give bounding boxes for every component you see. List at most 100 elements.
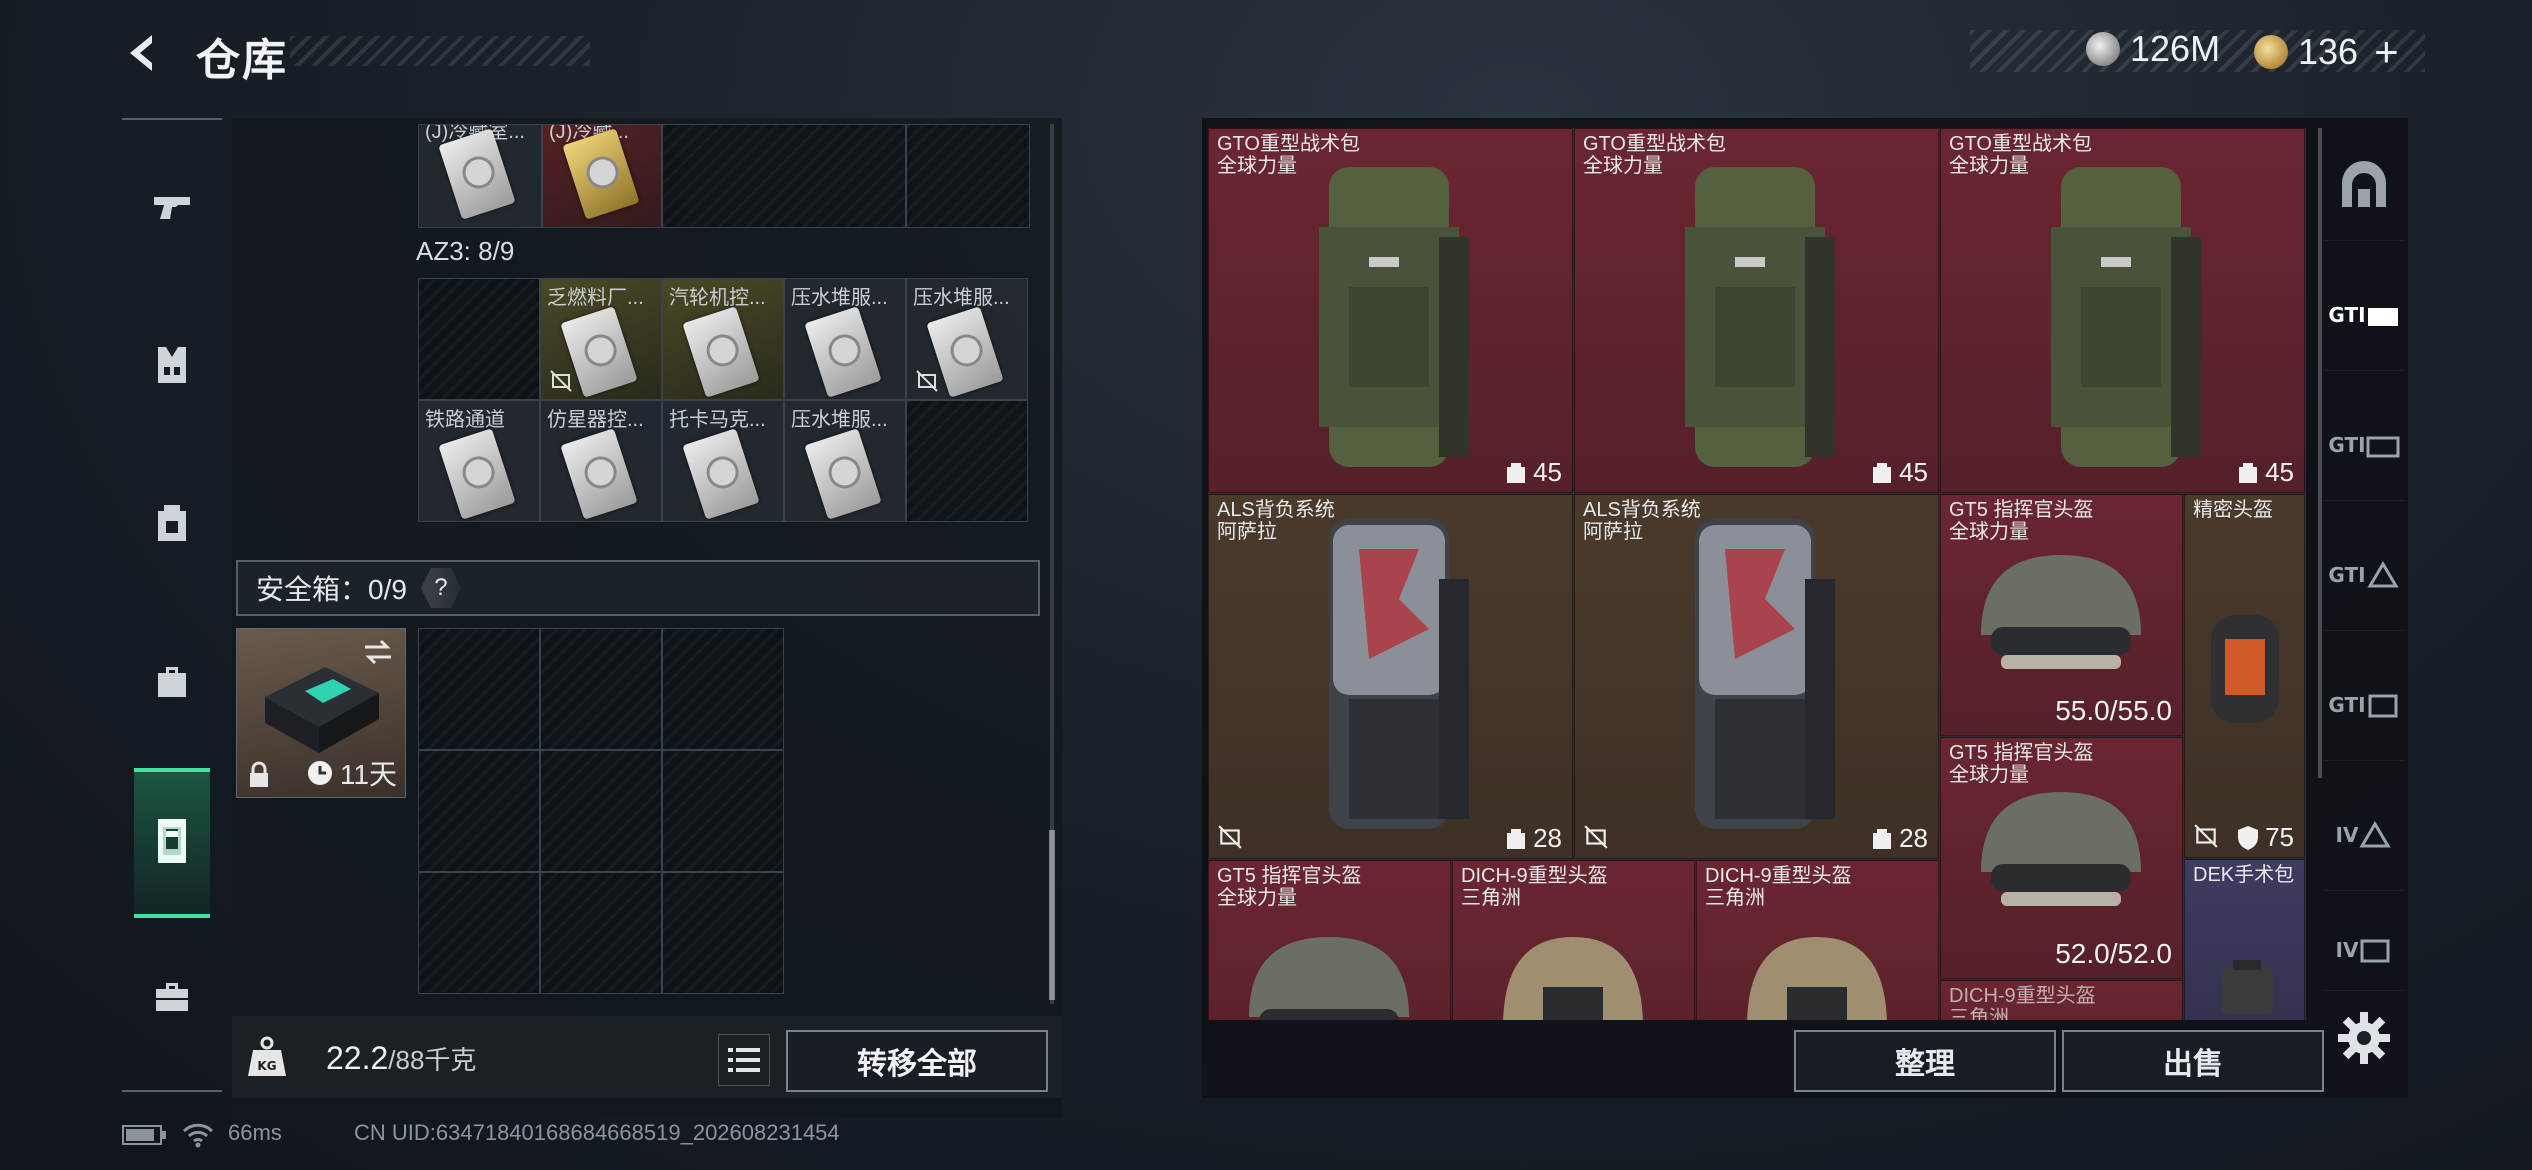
rail-item-case[interactable] (122, 922, 222, 1072)
stash-page-label: IV (2335, 938, 2359, 962)
empty-slot[interactable] (540, 750, 662, 872)
item-slot[interactable]: (J)冷藏... (542, 124, 662, 228)
empty-slot[interactable] (906, 400, 1028, 522)
item-name: 乏燃料厂... (547, 287, 644, 309)
stash-item-helmet[interactable]: GT5 指挥官头盔 全球力量 55.0/55.0 (1940, 494, 2183, 736)
sell-button[interactable]: 出售 (2062, 1030, 2324, 1092)
capacity-value: 28 (1533, 823, 1562, 853)
empty-slot[interactable] (418, 628, 540, 750)
stash-page-5[interactable]: IV (2324, 780, 2404, 891)
keycard-icon (560, 428, 638, 520)
stash-item-backpack[interactable]: GTO重型战术包 全球力量 45 (1574, 128, 1939, 493)
item-name: DICH-9重型头盔 (1705, 865, 1852, 887)
empty-slot[interactable] (540, 872, 662, 994)
stash-item-helmet[interactable]: 精密头盔 75 (2184, 494, 2305, 858)
item-name: 托卡马克... (669, 409, 766, 431)
help-button[interactable]: ? (420, 568, 461, 608)
stash-page-4[interactable]: GTI (2324, 650, 2404, 761)
capacity-indicator: 28 (1505, 823, 1562, 854)
transfer-all-button[interactable]: 转移全部 (786, 1030, 1048, 1092)
item-slot[interactable]: 压水堆服... (784, 278, 906, 400)
item-slot[interactable]: 托卡马克... (662, 400, 784, 522)
empty-slot[interactable] (418, 872, 540, 994)
rail-item-bag[interactable] (122, 606, 222, 756)
silver-coin-icon (2086, 32, 2120, 66)
item-slot[interactable]: 仿星器控... (540, 400, 662, 522)
currency-gold[interactable]: 136 + (2254, 28, 2399, 76)
stash-page-home[interactable] (2324, 130, 2404, 241)
keycard-icon (682, 306, 760, 398)
stash-item-helmet[interactable]: DICH-9重型头盔 三角洲 (1696, 860, 1939, 1020)
gold-coin-icon (2254, 35, 2288, 69)
no-transfer-icon (1584, 825, 1608, 849)
capacity-indicator: 28 (1871, 823, 1928, 854)
no-transfer-icon (916, 370, 938, 392)
svg-text:KG: KG (257, 1059, 276, 1073)
empty-slot[interactable] (662, 750, 784, 872)
add-currency-button[interactable]: + (2374, 28, 2399, 76)
list-icon (728, 1048, 760, 1072)
back-button[interactable] (118, 28, 170, 78)
rail-item-weapons[interactable] (122, 132, 222, 282)
item-slot[interactable]: 压水堆服... (906, 278, 1028, 400)
settings-gear-icon[interactable] (2336, 1010, 2392, 1066)
backpack-icon (1695, 519, 1835, 829)
empty-slot[interactable] (418, 278, 540, 400)
backpack-capacity-icon (1507, 828, 1526, 849)
empty-slot[interactable] (906, 124, 1030, 228)
stash-item-backpack[interactable]: GTO重型战术包 全球力量 45 (1208, 128, 1573, 493)
empty-slot[interactable] (662, 628, 784, 750)
safe-item-time-left: 11天 (339, 759, 397, 790)
currency-silver[interactable]: 126M (2086, 28, 2220, 70)
item-slot[interactable]: 汽轮机控... (662, 278, 784, 400)
stash-item-helmet[interactable]: DICH-9重型头盔 三角洲 (1452, 860, 1695, 1020)
empty-slot[interactable] (540, 628, 662, 750)
stash-page-icon (2360, 939, 2390, 963)
helmet-icon (1981, 792, 2141, 906)
helmet-icon (1503, 937, 1643, 1020)
safe-box-item[interactable]: 11天 (236, 628, 406, 798)
stash-page-1[interactable]: GTI (2324, 260, 2404, 371)
empty-slot[interactable] (662, 124, 906, 228)
empty-slot[interactable] (662, 872, 784, 994)
helmet-icon (1747, 937, 1887, 1020)
swap-icon (365, 639, 391, 665)
stash-item-backpack[interactable]: ALS背负系统 阿萨拉 28 (1208, 494, 1573, 859)
stash-item-helmet[interactable]: GT5 指挥官头盔 全球力量 (1208, 860, 1451, 1020)
item-name: 精密头盔 (2193, 499, 2273, 521)
backpack-capacity-icon (1873, 462, 1892, 483)
stash-item-backpack[interactable]: ALS背负系统 阿萨拉 28 (1574, 494, 1939, 859)
stash-item-helmet[interactable]: DICH-9重型头盔 三角洲 (1940, 980, 2183, 1020)
rail-item-backpack[interactable] (122, 448, 222, 598)
stash-item-medkit[interactable]: DEK手术包 (2184, 859, 2305, 1020)
wifi-icon (182, 1123, 214, 1148)
item-name: DICH-9重型头盔 (1949, 985, 2096, 1007)
pistol-icon (154, 197, 190, 219)
rail-item-vest[interactable] (122, 290, 222, 440)
category-rail (122, 118, 222, 1092)
durability-value: 55.0/55.0 (2055, 695, 2172, 726)
item-slot[interactable]: (J)冷藏室... (418, 124, 542, 228)
item-slot[interactable]: 压水堆服... (784, 400, 906, 522)
container-scroll-thumb[interactable] (1049, 830, 1055, 1000)
item-name: GT5 指挥官头盔 (1949, 742, 2094, 764)
backpack-icon (2051, 167, 2201, 467)
item-name: GT5 指挥官头盔 (1949, 499, 2094, 521)
sort-button[interactable]: 整理 (1794, 1030, 2056, 1092)
stash-scrollbar[interactable] (2318, 128, 2322, 778)
stash-item-helmet[interactable]: GT5 指挥官头盔 全球力量 52.0/52.0 (1940, 737, 2183, 979)
empty-slot[interactable] (418, 750, 540, 872)
stash-page-label: IV (2335, 823, 2359, 847)
armor-indicator: 75 (2237, 822, 2294, 853)
stash-page-3[interactable]: GTI (2324, 520, 2404, 631)
keycard-icon (438, 428, 516, 520)
stash-page-6[interactable]: IV (2324, 910, 2404, 991)
helmet-icon (1249, 937, 1409, 1020)
stash-page-2[interactable]: GTI (2324, 390, 2404, 501)
list-view-button[interactable] (718, 1034, 770, 1086)
no-transfer-icon (1218, 825, 1242, 849)
weight-icon: KG (248, 1036, 286, 1076)
stash-item-backpack[interactable]: GTO重型战术包 全球力量 45 (1940, 128, 2305, 493)
item-slot[interactable]: 乏燃料厂... (540, 278, 662, 400)
item-slot[interactable]: 铁路通道 (418, 400, 540, 522)
